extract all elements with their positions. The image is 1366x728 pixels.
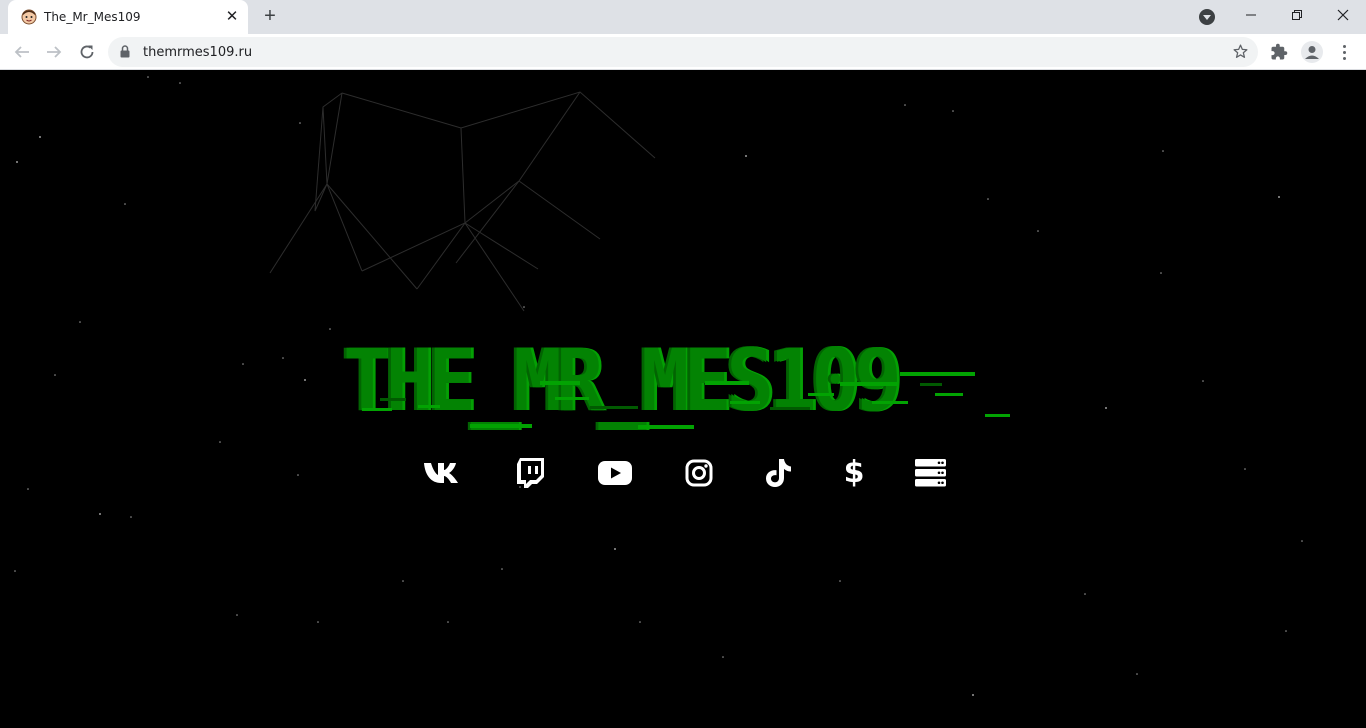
restore-icon (1292, 10, 1302, 20)
minimize-icon (1246, 14, 1256, 16)
back-button[interactable] (10, 40, 34, 64)
minimize-button[interactable] (1228, 0, 1274, 30)
twitch-icon (517, 458, 544, 488)
dollar-icon: $ (843, 455, 865, 490)
title-glitch-effect (362, 372, 1010, 429)
browser-tabstrip: The_Mr_Mes109 ✕ + (0, 0, 1366, 34)
dot-icon (1342, 50, 1346, 54)
profile-avatar[interactable] (1301, 41, 1323, 63)
bookmark-star-icon[interactable] (1232, 43, 1249, 60)
address-bar[interactable]: themrmes109.ru (108, 37, 1258, 67)
restore-button[interactable] (1274, 0, 1320, 30)
vk-icon (424, 463, 458, 483)
close-icon (1337, 9, 1349, 21)
instagram-icon (685, 459, 713, 487)
browser-menu-button[interactable] (1336, 42, 1352, 62)
youtube-icon (598, 461, 632, 485)
server-icon (914, 459, 946, 487)
dot-icon (1342, 56, 1346, 60)
arrow-left-icon (14, 46, 29, 58)
face-favicon-icon (21, 9, 37, 25)
social-links: $ (0, 456, 1366, 492)
close-window-button[interactable] (1320, 0, 1366, 30)
donate-link[interactable]: $ (840, 456, 868, 490)
lock-icon[interactable] (120, 45, 130, 58)
tiktok-icon (766, 459, 791, 487)
server-link[interactable] (913, 456, 947, 490)
browser-tab[interactable]: The_Mr_Mes109 ✕ (8, 0, 248, 34)
extensions-puzzle-icon[interactable] (1270, 43, 1288, 61)
vk-link[interactable] (421, 456, 461, 490)
dot-icon (1342, 44, 1346, 48)
url-text[interactable]: themrmes109.ru (143, 45, 252, 60)
youtube-link[interactable] (597, 456, 633, 490)
browser-toolbar: themrmes109.ru (0, 34, 1366, 70)
arrow-right-icon (47, 46, 62, 58)
page-body: THE_MR_MES109 $ (0, 71, 1366, 728)
new-tab-button[interactable]: + (259, 6, 281, 27)
tab-title: The_Mr_Mes109 (44, 10, 141, 24)
tiktok-link[interactable] (762, 456, 794, 490)
reload-icon (80, 45, 94, 59)
tab-search-icon[interactable] (1199, 9, 1215, 25)
tab-close-icon[interactable]: ✕ (224, 9, 240, 25)
twitch-link[interactable] (513, 456, 547, 490)
person-icon (1305, 46, 1319, 59)
reload-button[interactable] (75, 40, 99, 64)
instagram-link[interactable] (683, 456, 715, 490)
forward-button[interactable] (42, 40, 66, 64)
